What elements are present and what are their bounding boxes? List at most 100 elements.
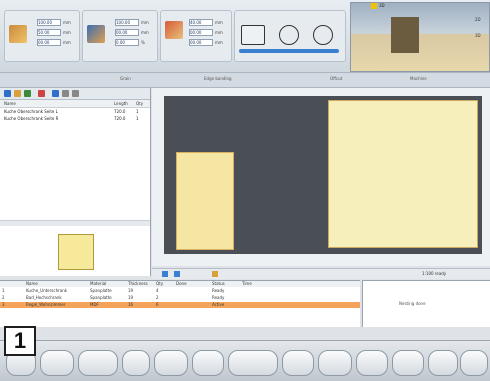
- view-tab[interactable]: 3D: [379, 3, 385, 8]
- edge-group: 100.00 00.00 0.00 mm mm %: [82, 10, 158, 62]
- machine-icon[interactable]: [241, 25, 265, 45]
- column-header[interactable]: Status: [212, 281, 234, 287]
- list-item[interactable]: Kuche Oberschrank Seite R 720.0 1: [4, 116, 150, 122]
- unit-label: mm: [63, 20, 71, 25]
- job-thickness: 16: [128, 302, 134, 307]
- job-qty: 2: [156, 295, 159, 300]
- job-qty: 4: [156, 288, 159, 293]
- job-name: Regal_Wohnzimmer: [26, 302, 66, 307]
- horizontal-scrollbar[interactable]: [0, 220, 150, 226]
- wide-button[interactable]: [228, 350, 278, 376]
- column-header[interactable]: Qty: [156, 281, 170, 287]
- canvas-toolbar: 1:100 ready: [152, 268, 490, 279]
- print-button[interactable]: [192, 350, 224, 376]
- job-id: 3: [2, 302, 5, 307]
- job-status: Ready: [212, 295, 225, 300]
- unit-label: mm: [215, 20, 223, 25]
- column-header[interactable]: Thickness: [128, 281, 152, 287]
- report-button[interactable]: [356, 350, 388, 376]
- action-button[interactable]: [282, 350, 314, 376]
- machine-button[interactable]: [318, 350, 352, 376]
- ribbon-group-labels: Grain Edge banding Offcut Machine: [0, 72, 490, 88]
- unit-label: mm: [141, 20, 149, 25]
- eraser-button[interactable]: [460, 350, 488, 376]
- job-thickness: 19: [128, 295, 134, 300]
- part-length: 720.0: [114, 109, 126, 114]
- view-label[interactable]: 3D: [475, 33, 481, 38]
- value-field[interactable]: 100.00: [37, 19, 61, 26]
- new-icon[interactable]: [4, 90, 11, 97]
- tool-button[interactable]: [392, 350, 424, 376]
- unit-label: mm: [63, 30, 71, 35]
- value-field[interactable]: 00.00: [189, 39, 213, 46]
- job-name: Kuche_Unterschrank: [26, 288, 68, 293]
- part-qty: 1: [136, 116, 139, 121]
- job-material: Spanplatte: [90, 295, 112, 300]
- column-header[interactable]: Length: [114, 100, 128, 107]
- refresh-icon[interactable]: [62, 90, 69, 97]
- save-icon[interactable]: [24, 90, 31, 97]
- list-item[interactable]: Kuche Oberschrank Seite L 720.0 1: [4, 109, 150, 115]
- view-tab-marker[interactable]: [371, 3, 377, 9]
- value-field[interactable]: 40.00: [189, 19, 213, 26]
- column-header[interactable]: Time: [242, 281, 266, 287]
- column-header[interactable]: Material: [90, 281, 126, 287]
- value-field[interactable]: 00.00: [189, 29, 213, 36]
- status-text: Nesting done: [399, 301, 426, 306]
- parts-panel: Name Length Qty Kuche Oberschrank Seite …: [0, 88, 151, 276]
- table-row-selected[interactable]: 3 Regal_Wohnzimmer MDF 16 6 Active: [0, 302, 360, 308]
- unit-label: %: [141, 40, 145, 45]
- unit-label: mm: [141, 30, 149, 35]
- settings-button[interactable]: [428, 350, 458, 376]
- step-badge: 1: [4, 326, 36, 356]
- value-field[interactable]: 100.00: [115, 19, 139, 26]
- group-label: Machine: [410, 76, 427, 81]
- value-field[interactable]: 00.00: [37, 39, 61, 46]
- board-small[interactable]: [176, 152, 234, 250]
- column-header[interactable]: Name: [4, 100, 16, 107]
- job-thickness: 19: [128, 288, 134, 293]
- grid-icon[interactable]: [212, 271, 218, 277]
- stack-button[interactable]: [78, 350, 118, 376]
- fit-icon[interactable]: [174, 271, 180, 277]
- column-header[interactable]: Qty: [136, 100, 143, 107]
- offcut-icon: [165, 21, 183, 39]
- part-name: Kuche Oberschrank Seite R: [4, 116, 59, 121]
- offcut-group: 40.00 00.00 00.00 mm mm mm: [160, 10, 232, 62]
- edge-icon: [87, 25, 105, 43]
- part-name: Kuche Oberschrank Seite L: [4, 109, 58, 114]
- table-header: Name Material Thickness Qty Done Status …: [0, 281, 360, 287]
- board-large[interactable]: [328, 100, 478, 248]
- job-id: 2: [2, 295, 5, 300]
- machine-group: [234, 10, 346, 62]
- empty-button[interactable]: [122, 350, 150, 376]
- status-panel: Nesting done: [362, 280, 490, 327]
- machine-head-icon: [391, 17, 419, 53]
- value-field[interactable]: 50.00: [37, 29, 61, 36]
- delete-icon[interactable]: [38, 90, 45, 97]
- nesting-canvas[interactable]: [152, 88, 490, 266]
- value-field[interactable]: 00.00: [115, 29, 139, 36]
- view-label[interactable]: 2D: [475, 17, 481, 22]
- import-icon[interactable]: [52, 90, 59, 97]
- value-field[interactable]: 0.00: [115, 39, 139, 46]
- 3d-preview[interactable]: 3D 2D 3D: [350, 2, 490, 72]
- table-row[interactable]: 2 Bad_Hochschrank Spanplatte 19 2 Ready: [0, 295, 360, 301]
- zoom-icon[interactable]: [162, 271, 168, 277]
- label-button[interactable]: [154, 350, 188, 376]
- unit-label: mm: [215, 30, 223, 35]
- sheet-view[interactable]: [164, 96, 482, 254]
- job-name: Bad_Hochschrank: [26, 295, 62, 300]
- column-header[interactable]: Done: [176, 281, 192, 287]
- export-icon[interactable]: [72, 90, 79, 97]
- open-icon[interactable]: [14, 90, 21, 97]
- table-row[interactable]: 1 Kuche_Unterschrank Spanplatte 19 4 Rea…: [0, 288, 360, 294]
- parts-button[interactable]: [40, 350, 74, 376]
- parts-toolbar: [0, 88, 150, 100]
- gauge-icon[interactable]: [313, 25, 333, 45]
- target-icon[interactable]: [279, 25, 299, 45]
- column-header[interactable]: Name: [26, 281, 86, 287]
- job-qty: 6: [156, 302, 159, 307]
- panel-icon: [9, 25, 27, 43]
- unit-label: mm: [63, 40, 71, 45]
